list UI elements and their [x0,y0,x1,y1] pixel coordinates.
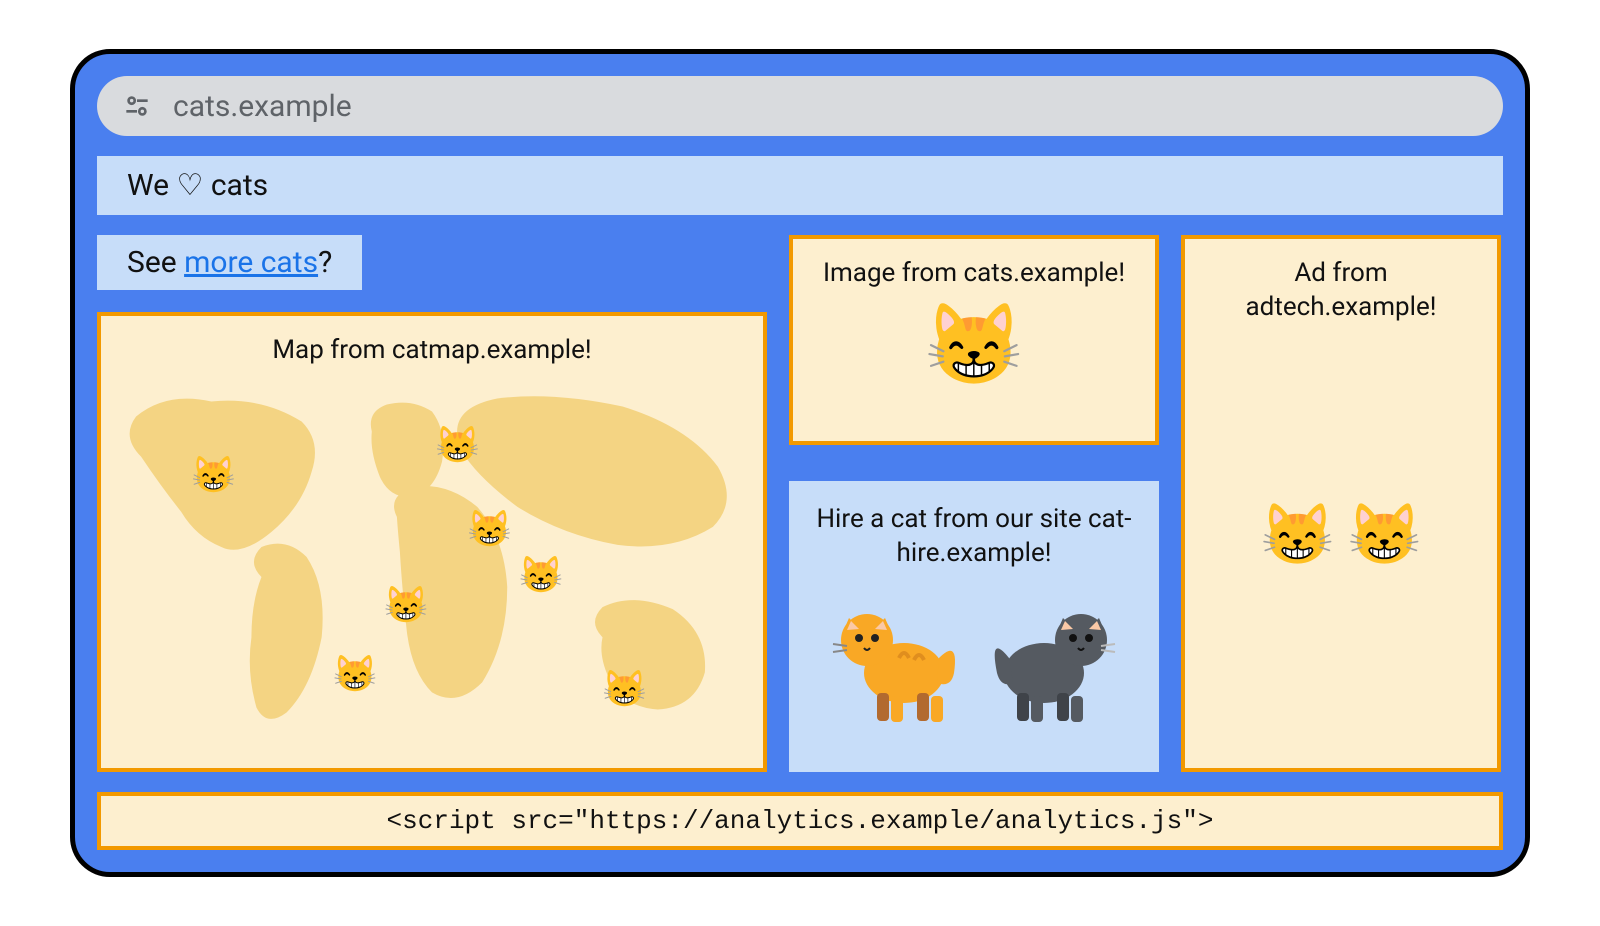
cat-face-icon: 😸 [333,656,378,692]
world-map: 😸 😸 😸 😸 😸 😸 😸 [111,376,753,758]
more-cats-link[interactable]: more cats [184,245,318,280]
ad-panel-title: Ad from adtech.example! [1205,257,1477,325]
image-panel-title: Image from cats.example! [823,257,1125,291]
more-cats-banner: See more cats? [97,235,362,290]
left-column: See more cats? Map from catmap.example! [97,235,767,772]
hire-panel-title: Hire a cat from our site cat-hire.exampl… [805,503,1143,571]
browser-window: cats.example We ♡ cats See more cats? Ma… [70,49,1530,877]
hire-panel: Hire a cat from our site cat-hire.exampl… [789,481,1159,772]
grey-cat-icon [989,588,1119,728]
address-bar[interactable]: cats.example [97,76,1503,136]
orange-cat-icon [829,588,959,728]
link-suffix: ? [318,245,332,280]
cat-face-icon: 😸 [435,427,480,463]
image-panel: Image from cats.example! 😸 [789,235,1159,445]
url-text[interactable]: cats.example [173,89,352,124]
site-settings-icon[interactable] [119,88,155,124]
cat-face-icon: 😸 [1347,505,1422,565]
cat-face-icon: 😸 [924,305,1024,385]
content-grid: See more cats? Map from catmap.example! [97,235,1503,772]
map-panel: Map from catmap.example! 😸 😸 [97,312,767,772]
page-header: We ♡ cats [97,156,1503,215]
map-panel-title: Map from catmap.example! [121,334,743,368]
cat-face-icon: 😸 [1260,505,1335,565]
cat-face-icon: 😸 [384,587,429,623]
analytics-script-bar: <script src="https://analytics.example/a… [97,792,1503,850]
page-header-title: We ♡ cats [127,168,268,203]
ad-panel: Ad from adtech.example! 😸 😸 [1181,235,1501,772]
link-prefix: See [127,245,184,280]
cat-face-icon: 😸 [519,557,564,593]
cat-face-icon: 😸 [191,457,236,493]
cat-face-icon: 😸 [467,511,512,547]
script-code: <script src="https://analytics.example/a… [387,806,1214,836]
cat-face-icon: 😸 [602,671,647,707]
